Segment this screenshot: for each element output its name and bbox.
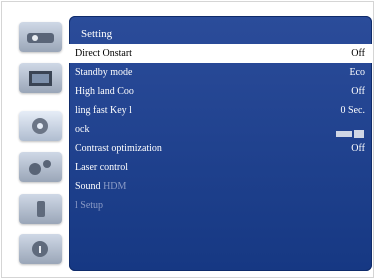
menu-item-high-land-cool[interactable]: High land Coo Off — [69, 82, 372, 101]
menu-item-label: Contrast optimization — [75, 143, 162, 154]
menu-title: Setting — [81, 28, 113, 40]
menu-item-laser-control[interactable]: Laser control — [69, 158, 372, 177]
menu-item-label: Sound HDM — [75, 177, 126, 196]
menu-item-value: Off — [351, 143, 365, 154]
usb-icon[interactable] — [19, 194, 62, 224]
menu-item-sound[interactable]: Sound HDM — [69, 177, 372, 196]
menu-item-label: ock — [75, 124, 90, 135]
menu-item-label: l Setup — [75, 200, 104, 211]
menu-item-cooling-fast[interactable]: ling fast Key l 0 Sec. — [69, 101, 372, 120]
menu-item-standby-mode[interactable]: Standby mode Eco — [69, 63, 372, 82]
projector-osd-window: Setting Direct Onstart Off Standby mode … — [1, 1, 374, 278]
image-icon[interactable] — [19, 63, 62, 93]
info-icon[interactable] — [19, 234, 62, 264]
menu-item-label: Standby mode — [75, 67, 133, 78]
menu-item-contrast-optimization[interactable]: Contrast optimization Off — [69, 139, 372, 158]
menu-item-value: Eco — [349, 67, 365, 78]
projector-icon[interactable] — [19, 22, 62, 52]
sidebar — [12, 12, 67, 270]
menu-item-label: High land Coo — [75, 86, 134, 97]
menu-item-label: Laser control — [75, 162, 129, 173]
setting-panel: Setting Direct Onstart Off Standby mode … — [69, 16, 372, 271]
key-lock-icon — [336, 126, 364, 138]
menu-item-value: 0 Sec. — [340, 105, 365, 116]
menu-item-value: Off — [351, 86, 365, 97]
menu-item-setup[interactable]: l Setup — [69, 196, 372, 215]
menu-item-label: Direct Onstart — [75, 48, 132, 59]
gear-icon[interactable] — [19, 111, 62, 141]
menu-item-label: ling fast Key l — [75, 105, 132, 116]
menu-item-key-lock[interactable]: ock — [69, 120, 372, 139]
hdmi-label: HDM — [103, 181, 127, 192]
settings-gears-icon[interactable] — [19, 152, 62, 182]
menu-item-value: Off — [351, 48, 365, 59]
sound-label: Sound — [75, 181, 101, 192]
menu-item-direct-onstart[interactable]: Direct Onstart Off — [69, 44, 372, 63]
